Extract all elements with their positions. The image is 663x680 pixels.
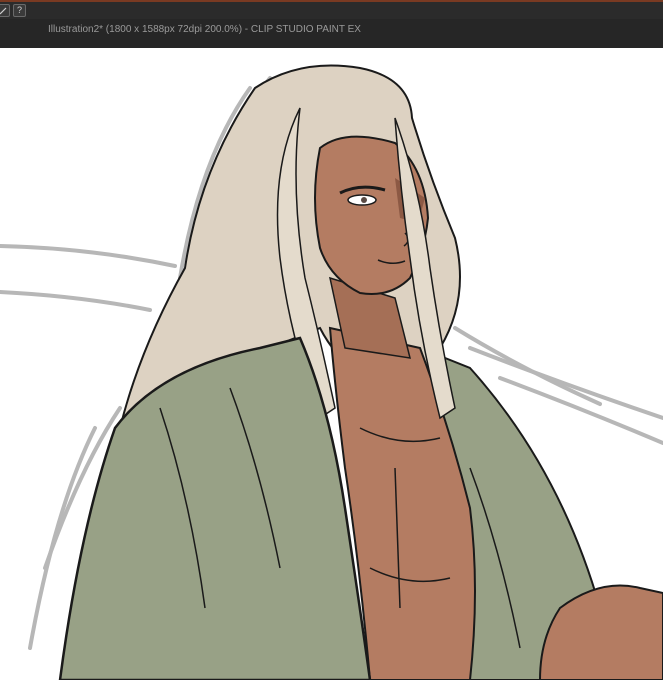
brush-tool-icon[interactable]	[0, 4, 10, 17]
illustration-artwork	[0, 64, 663, 680]
help-icon[interactable]: ?	[13, 4, 26, 17]
drawing-canvas[interactable]	[0, 48, 663, 680]
help-glyph: ?	[16, 5, 22, 15]
toolbar: ?	[0, 2, 663, 19]
window-titlebar: Illustration2* (1800 x 1588px 72dpi 200.…	[0, 19, 663, 48]
window-title: Illustration2* (1800 x 1588px 72dpi 200.…	[48, 24, 361, 35]
